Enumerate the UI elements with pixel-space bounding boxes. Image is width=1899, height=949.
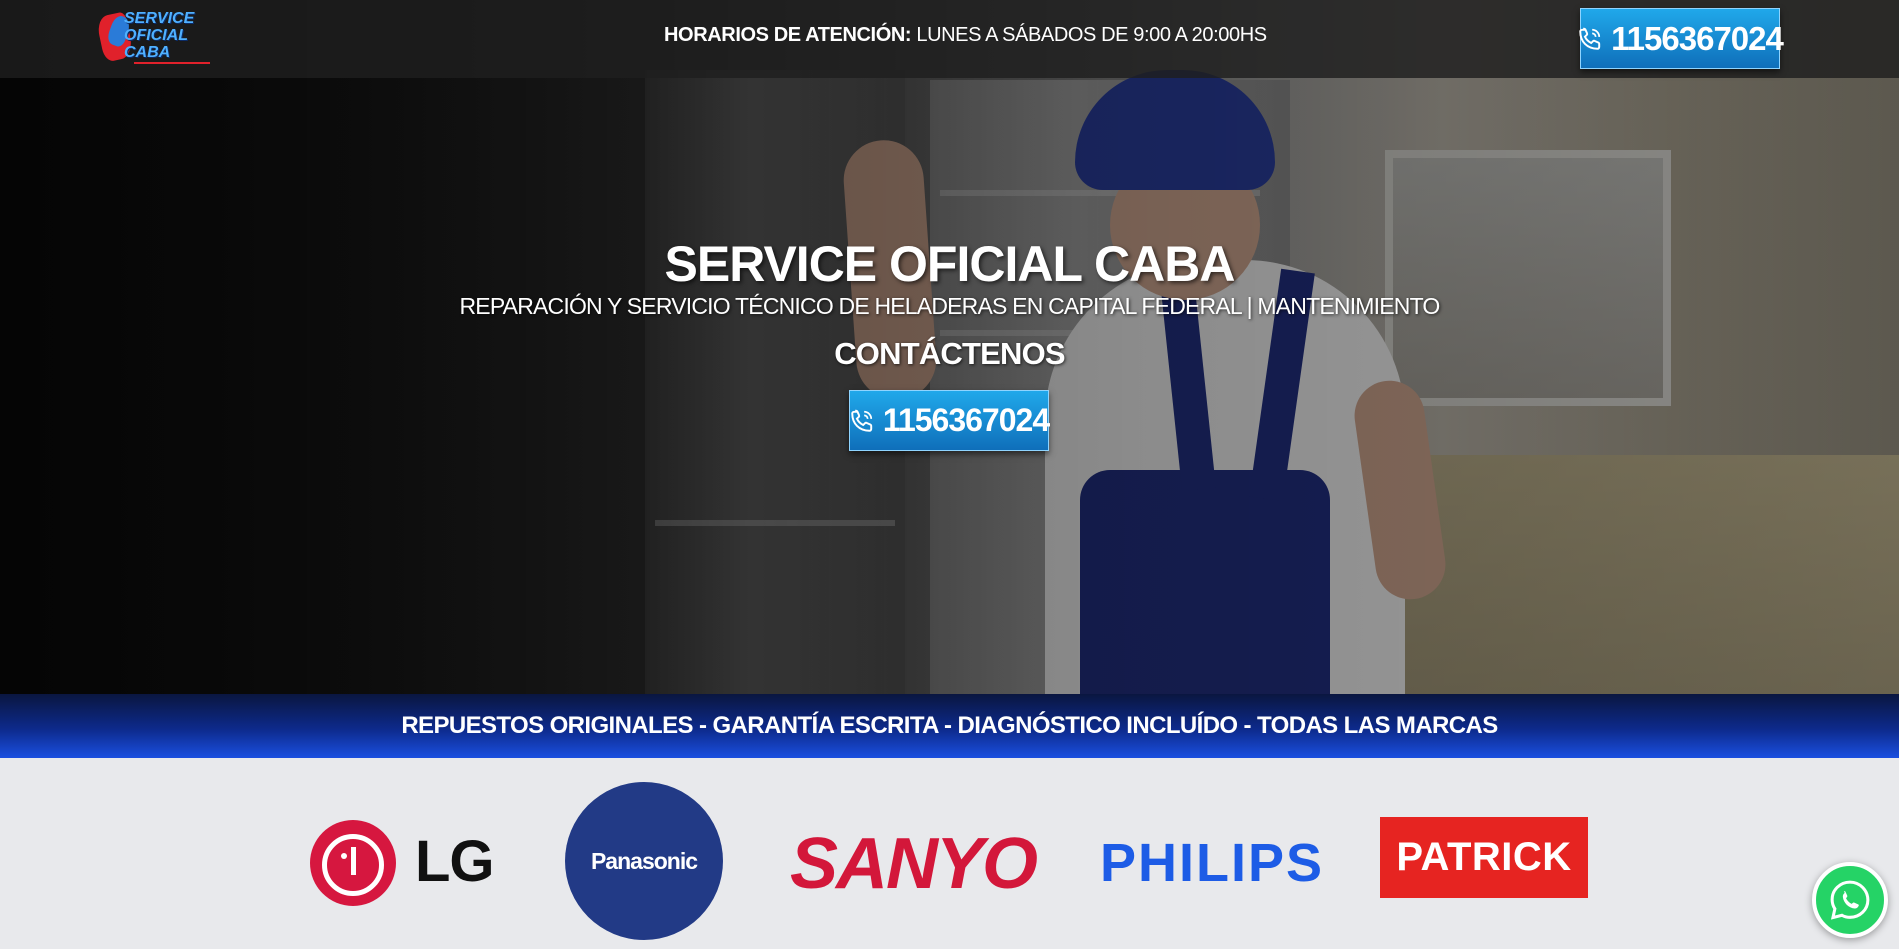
header-phone-number: 1156367024 [1611, 19, 1784, 57]
hours-label: HORARIOS DE ATENCIÓN: [664, 24, 912, 46]
hero-subtitle: REPARACIÓN Y SERVICIO TÉCNICO DE HELADER… [459, 293, 1440, 319]
whatsapp-button[interactable] [1812, 862, 1888, 938]
logo-text-line: CABA [124, 44, 171, 61]
hero-phone-button[interactable]: 1156367024 [849, 390, 1050, 451]
brand-logos: LG Panasonic SANYO PHILIPS PATRICK [0, 758, 1899, 949]
benefits-text: REPUESTOS ORIGINALES - GARANTÍA ESCRITA … [401, 712, 1498, 739]
lg-wordmark: LG [415, 829, 495, 894]
sanyo-logo: SANYO [790, 824, 1038, 904]
patrick-logo: PATRICK [1380, 817, 1588, 898]
panasonic-wordmark: Panasonic [590, 847, 698, 874]
logo-text-line: SERVICE [124, 10, 195, 27]
lg-emblem [310, 820, 396, 906]
phone-icon [851, 409, 873, 432]
hours-value: LUNES A SÁBADOS DE 9:00 A 20:00HS [916, 24, 1267, 46]
lg-logo: LG [310, 818, 500, 908]
patrick-wordmark: PATRICK [1396, 835, 1572, 879]
philips-logo: PHILIPS [1100, 833, 1325, 893]
business-hours: HORARIOS DE ATENCIÓN: LUNES A SÁBADOS DE… [664, 24, 1267, 47]
whatsapp-icon [1830, 880, 1870, 920]
logo-text: SERVICE OFICIAL CABA [124, 10, 224, 61]
site-logo[interactable]: SERVICE OFICIAL CABA [95, 10, 216, 66]
hero-content: SERVICE OFICIAL CABA REPARACIÓN Y SERVIC… [0, 236, 1899, 372]
benefits-strip: REPUESTOS ORIGINALES - GARANTÍA ESCRITA … [0, 694, 1899, 758]
hero-title: SERVICE OFICIAL CABA [664, 236, 1236, 292]
phone-icon [1579, 27, 1601, 50]
lg-face [322, 834, 384, 896]
contact-heading: CONTÁCTENOS [834, 336, 1065, 371]
panasonic-logo: Panasonic [565, 782, 723, 940]
logo-underline [134, 62, 210, 64]
top-bar: SERVICE OFICIAL CABA HORARIOS DE ATENCIÓ… [0, 0, 1899, 78]
logo-text-line: OFICIAL [124, 27, 188, 44]
hero-phone-number: 1156367024 [882, 402, 1050, 438]
header-phone-button[interactable]: 1156367024 [1579, 8, 1784, 69]
